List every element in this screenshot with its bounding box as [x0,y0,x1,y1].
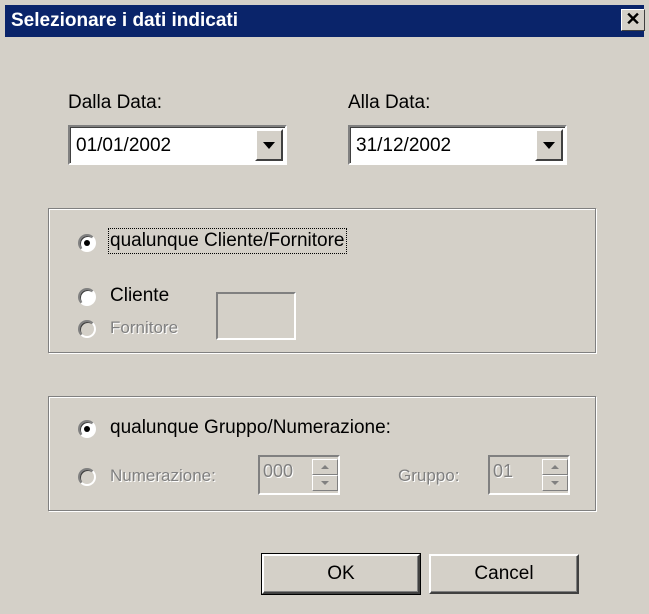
from-date-dropdown-button[interactable] [255,129,283,161]
cliente-label[interactable]: Cliente [110,285,169,307]
cancel-button[interactable]: Cancel [429,554,579,594]
ok-button[interactable]: OK [261,553,421,595]
to-date-dropdown-button[interactable] [535,129,563,161]
any-numbering-label[interactable]: qualunque Gruppo/Numerazione: [110,417,391,439]
spin-up-icon [321,465,329,469]
gruppo-label: Gruppo: [398,466,460,485]
numerazione-radio [78,468,96,486]
spin-down-icon [321,481,329,485]
any-numbering-radio[interactable] [78,420,96,438]
any-party-radio[interactable] [78,234,96,252]
fornitore-label: Fornitore [110,318,179,337]
from-date-combo[interactable] [68,125,287,165]
gruppo-spin-up [542,459,568,475]
any-party-label[interactable]: qualunque Cliente/Fornitore [108,228,347,254]
numerazione-spin-down [312,475,338,491]
title-bar[interactable]: Selezionare i dati indicati ✕ [5,5,645,37]
fornitore-radio [78,320,96,338]
chevron-down-icon [543,142,555,149]
gruppo-spinbox: 01 [488,455,570,495]
window-title: Selezionare i dati indicati [11,10,239,31]
numerazione-label: Numerazione: [110,466,216,485]
spin-down-icon [551,481,559,485]
numerazione-spinbox: 000 [258,455,340,495]
close-icon: ✕ [625,9,641,29]
party-code-field [216,292,296,340]
numerazione-value: 000 [263,461,294,481]
to-date-label: Alla Data: [348,92,431,113]
to-date-combo[interactable] [348,125,567,165]
cliente-radio[interactable] [78,288,96,306]
chevron-down-icon [263,142,275,149]
gruppo-spin-buttons [542,459,568,491]
from-date-label: Dalla Data: [68,92,162,113]
gruppo-spin-down [542,475,568,491]
gruppo-value: 01 [493,461,514,481]
to-date-input[interactable] [356,134,524,158]
dialog-window: Selezionare i dati indicati ✕ Dalla Data… [0,0,649,614]
close-button[interactable]: ✕ [621,9,645,31]
numerazione-spin-up [312,459,338,475]
spin-up-icon [551,465,559,469]
numerazione-spin-buttons [312,459,338,491]
from-date-input[interactable] [76,134,244,158]
